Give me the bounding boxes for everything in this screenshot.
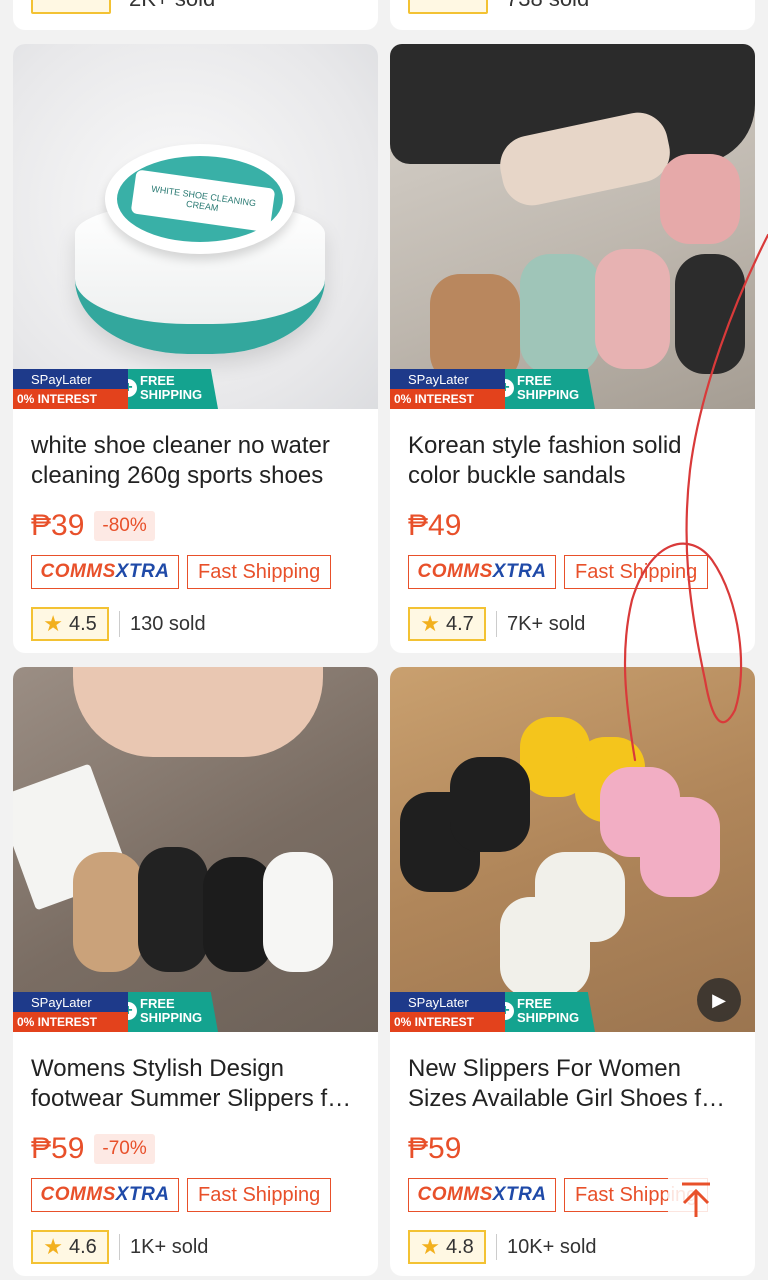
product-title[interactable]: white shoe cleaner no water cleaning 260…	[31, 431, 360, 491]
xtra-text: XTRA	[492, 1184, 547, 1205]
shipping-line: SHIPPING	[140, 387, 203, 402]
shipping-line: SHIPPING	[517, 1010, 580, 1025]
fast-shipping-badge: Fast Shipping	[187, 555, 332, 589]
spaylater-label: SPayLater	[390, 369, 506, 389]
product-title[interactable]: New Slippers For Women Sizes Available G…	[408, 1054, 737, 1114]
star-icon: ★	[43, 611, 63, 636]
fast-shipping-badge: Fast Shipping	[187, 1178, 332, 1212]
promo-banner: SPayLater 0% INTEREST + FREE SHIPPING	[13, 992, 218, 1032]
rating-value: 4.5	[68, 612, 97, 635]
product-title[interactable]: Womens Stylish Design footwear Summer Sl…	[31, 1054, 360, 1114]
product-image: SPayLater 0% INTEREST + FREE SHIPPING ▶	[390, 667, 755, 1032]
play-video-icon[interactable]: ▶	[697, 978, 741, 1022]
interest-label: 0% INTEREST	[390, 1012, 506, 1032]
comms-text: COMMS	[417, 1184, 493, 1205]
rating-value: 4.6	[68, 1235, 97, 1258]
shipping-line: SHIPPING	[517, 387, 580, 402]
product-card-partial[interactable]: 2K+ sold	[13, 0, 378, 30]
rating-value: 4.7	[445, 612, 474, 635]
rating-badge	[31, 0, 111, 14]
star-icon: ★	[420, 1234, 440, 1259]
divider	[496, 1234, 497, 1260]
previous-row: 2K+ sold 738 sold	[0, 0, 768, 30]
free-line: FREE	[140, 996, 175, 1011]
product-card-partial[interactable]: 738 sold	[390, 0, 755, 30]
spaylater-label: SPayLater	[13, 369, 129, 389]
sold-count: 7K+ sold	[507, 612, 586, 635]
divider	[496, 611, 497, 637]
sold-count: 10K+ sold	[507, 1235, 597, 1258]
product-grid: WHITE SHOE CLEANING CREAM SPayLater 0% I…	[13, 44, 755, 1276]
rating-badge: ★ 4.8	[408, 1230, 486, 1264]
commsxtra-badge: COMMS XTRA	[408, 1178, 556, 1212]
product-price: ₱49	[408, 509, 462, 542]
divider	[119, 611, 120, 637]
interest-label: 0% INTEREST	[390, 389, 506, 409]
sold-count: 130 sold	[130, 612, 206, 635]
free-shipping-label: + FREE SHIPPING	[128, 369, 218, 409]
free-shipping-label: + FREE SHIPPING	[505, 369, 595, 409]
interest-label: 0% INTEREST	[13, 1012, 129, 1032]
star-icon: ★	[43, 1234, 63, 1259]
sold-count: 738 sold	[506, 0, 589, 12]
arrow-up-icon	[682, 1182, 710, 1217]
spaylater-label: SPayLater	[390, 992, 506, 1012]
cleaner-jar-illustration: WHITE SHOE CLEANING CREAM	[75, 144, 325, 354]
commsxtra-badge: COMMS XTRA	[31, 1178, 179, 1212]
free-line: FREE	[517, 373, 552, 388]
xtra-text: XTRA	[115, 1184, 170, 1205]
product-card[interactable]: SPayLater 0% INTEREST + FREE SHIPPING Wo…	[13, 667, 378, 1276]
scroll-to-top-button[interactable]	[668, 1172, 724, 1228]
comms-text: COMMS	[40, 1184, 116, 1205]
promo-banner: SPayLater 0% INTEREST + FREE SHIPPING	[390, 369, 595, 409]
rating-badge: ★ 4.7	[408, 607, 486, 641]
product-card[interactable]: WHITE SHOE CLEANING CREAM SPayLater 0% I…	[13, 44, 378, 653]
rating-badge: ★ 4.6	[31, 1230, 109, 1264]
comms-text: COMMS	[417, 561, 493, 582]
product-price: ₱39	[31, 509, 85, 542]
play-glyph: ▶	[712, 989, 726, 1010]
free-line: FREE	[140, 373, 175, 388]
rating-badge: ★ 4.5	[31, 607, 109, 641]
product-image: SPayLater 0% INTEREST + FREE SHIPPING	[390, 44, 755, 409]
free-shipping-label: + FREE SHIPPING	[505, 992, 595, 1032]
commsxtra-badge: COMMS XTRA	[408, 555, 556, 589]
star-icon: ★	[420, 611, 440, 636]
spaylater-label: SPayLater	[13, 992, 129, 1012]
commsxtra-badge: COMMS XTRA	[31, 555, 179, 589]
sold-count: 1K+ sold	[130, 1235, 209, 1258]
product-title[interactable]: Korean style fashion solid color buckle …	[408, 431, 737, 491]
free-shipping-label: + FREE SHIPPING	[128, 992, 218, 1032]
discount-badge: -70%	[94, 1134, 155, 1164]
discount-badge: -80%	[94, 511, 155, 541]
promo-banner: SPayLater 0% INTEREST + FREE SHIPPING	[13, 369, 218, 409]
rating-value: 4.8	[445, 1235, 474, 1258]
xtra-text: XTRA	[492, 561, 547, 582]
free-line: FREE	[517, 996, 552, 1011]
sold-count: 2K+ sold	[129, 0, 215, 12]
product-price: ₱59	[408, 1132, 462, 1165]
promo-banner: SPayLater 0% INTEREST + FREE SHIPPING	[390, 992, 595, 1032]
product-price: ₱59	[31, 1132, 85, 1165]
xtra-text: XTRA	[115, 561, 170, 582]
fast-shipping-badge: Fast Shipping	[564, 555, 709, 589]
product-image: SPayLater 0% INTEREST + FREE SHIPPING	[13, 667, 378, 1032]
product-card[interactable]: SPayLater 0% INTEREST + FREE SHIPPING Ko…	[390, 44, 755, 653]
product-image: WHITE SHOE CLEANING CREAM SPayLater 0% I…	[13, 44, 378, 409]
rating-badge	[408, 0, 488, 14]
interest-label: 0% INTEREST	[13, 389, 129, 409]
divider	[119, 1234, 120, 1260]
comms-text: COMMS	[40, 561, 116, 582]
shipping-line: SHIPPING	[140, 1010, 203, 1025]
